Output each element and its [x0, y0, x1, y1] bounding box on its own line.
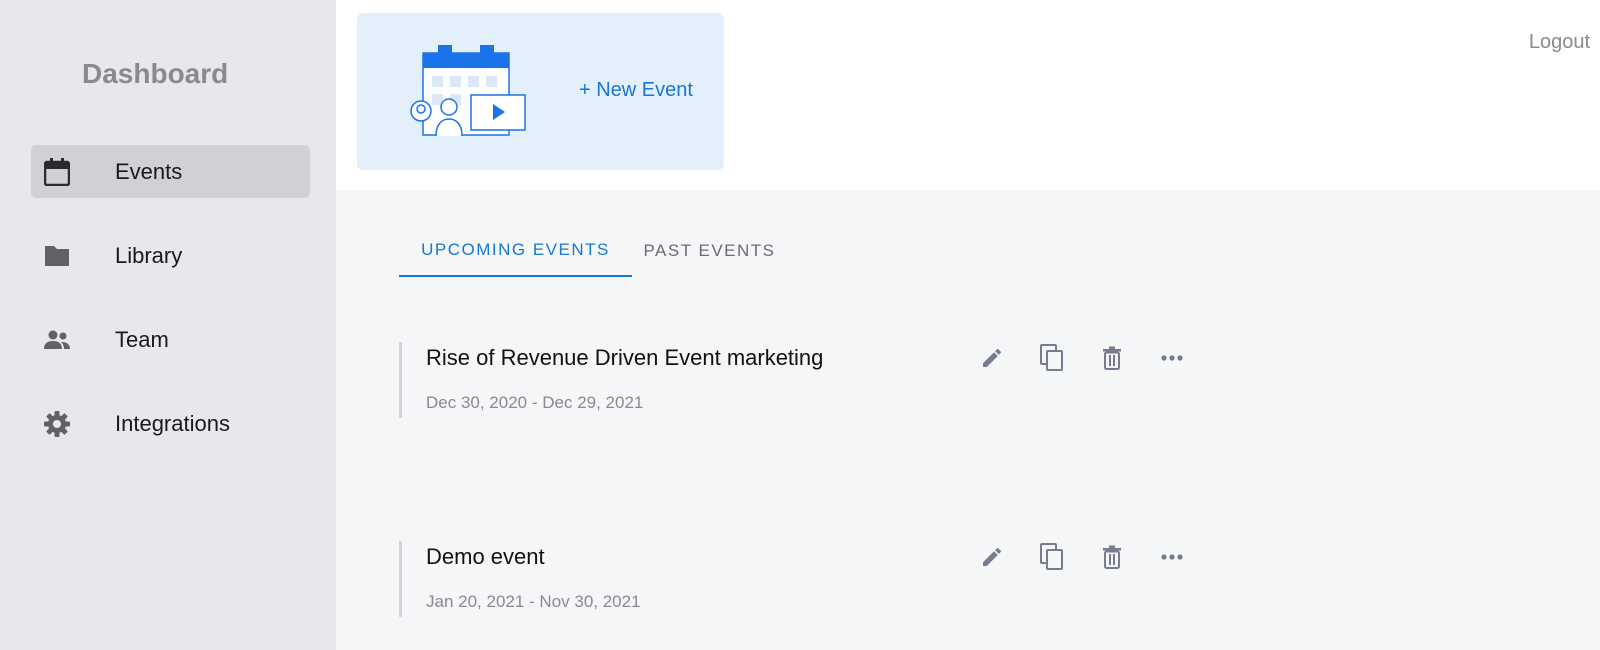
copy-icon [1040, 543, 1063, 570]
gear-icon [43, 410, 71, 438]
sidebar-nav: Events Library Team Integrations [31, 145, 310, 481]
duplicate-button[interactable] [1022, 342, 1082, 374]
dashboard-title: Dashboard [82, 58, 229, 89]
pencil-icon [983, 547, 1001, 566]
folder-icon [43, 242, 71, 270]
duplicate-button[interactable] [1022, 541, 1082, 573]
new-event-card[interactable]: + New Event [357, 13, 724, 170]
delete-button[interactable] [1082, 541, 1142, 573]
tab-upcoming-events[interactable]: UPCOMING EVENTS [399, 225, 632, 277]
sidebar: Dashboard Events Library Team Integratio… [0, 0, 336, 650]
sidebar-item-label: Library [115, 242, 183, 268]
event-dates: Jan 20, 2021 - Nov 30, 2021 [426, 592, 641, 611]
sidebar-item-label: Events [115, 158, 183, 184]
sidebar-item-events[interactable]: Events [31, 145, 310, 198]
people-icon [43, 326, 71, 354]
pencil-icon [983, 348, 1001, 367]
more-button[interactable] [1142, 541, 1202, 573]
more-horizontal-icon [1161, 355, 1183, 361]
sidebar-item-team[interactable]: Team [31, 313, 310, 366]
sidebar-item-label: Team [115, 326, 169, 352]
trash-icon [1103, 545, 1121, 569]
logout-link[interactable]: Logout [1529, 31, 1590, 54]
delete-button[interactable] [1082, 342, 1142, 374]
edit-button[interactable] [962, 342, 1022, 374]
trash-icon [1103, 346, 1121, 370]
edit-button[interactable] [962, 541, 1022, 573]
event-title[interactable]: Demo event [426, 544, 545, 570]
copy-icon [1040, 344, 1063, 371]
more-button[interactable] [1142, 342, 1202, 374]
more-horizontal-icon [1161, 554, 1183, 560]
top-bar: + New Event Logout [336, 0, 1600, 190]
event-item[interactable]: Rise of Revenue Driven Event marketing D… [399, 342, 1183, 418]
event-title[interactable]: Rise of Revenue Driven Event marketing [426, 345, 823, 371]
event-item[interactable]: Demo event Jan 20, 2021 - Nov 30, 2021 [399, 541, 1183, 617]
event-dates: Dec 30, 2020 - Dec 29, 2021 [426, 393, 644, 412]
sidebar-item-label: Integrations [115, 410, 230, 436]
tab-past-events[interactable]: PAST EVENTS [632, 225, 787, 277]
new-event-button[interactable]: + New Event [579, 79, 693, 102]
sidebar-item-integrations[interactable]: Integrations [31, 397, 310, 450]
calendar-icon [43, 158, 71, 186]
event-actions [962, 342, 1202, 374]
sidebar-item-library[interactable]: Library [31, 229, 310, 282]
event-actions [962, 541, 1202, 573]
calendar-video-illustration [410, 45, 526, 137]
